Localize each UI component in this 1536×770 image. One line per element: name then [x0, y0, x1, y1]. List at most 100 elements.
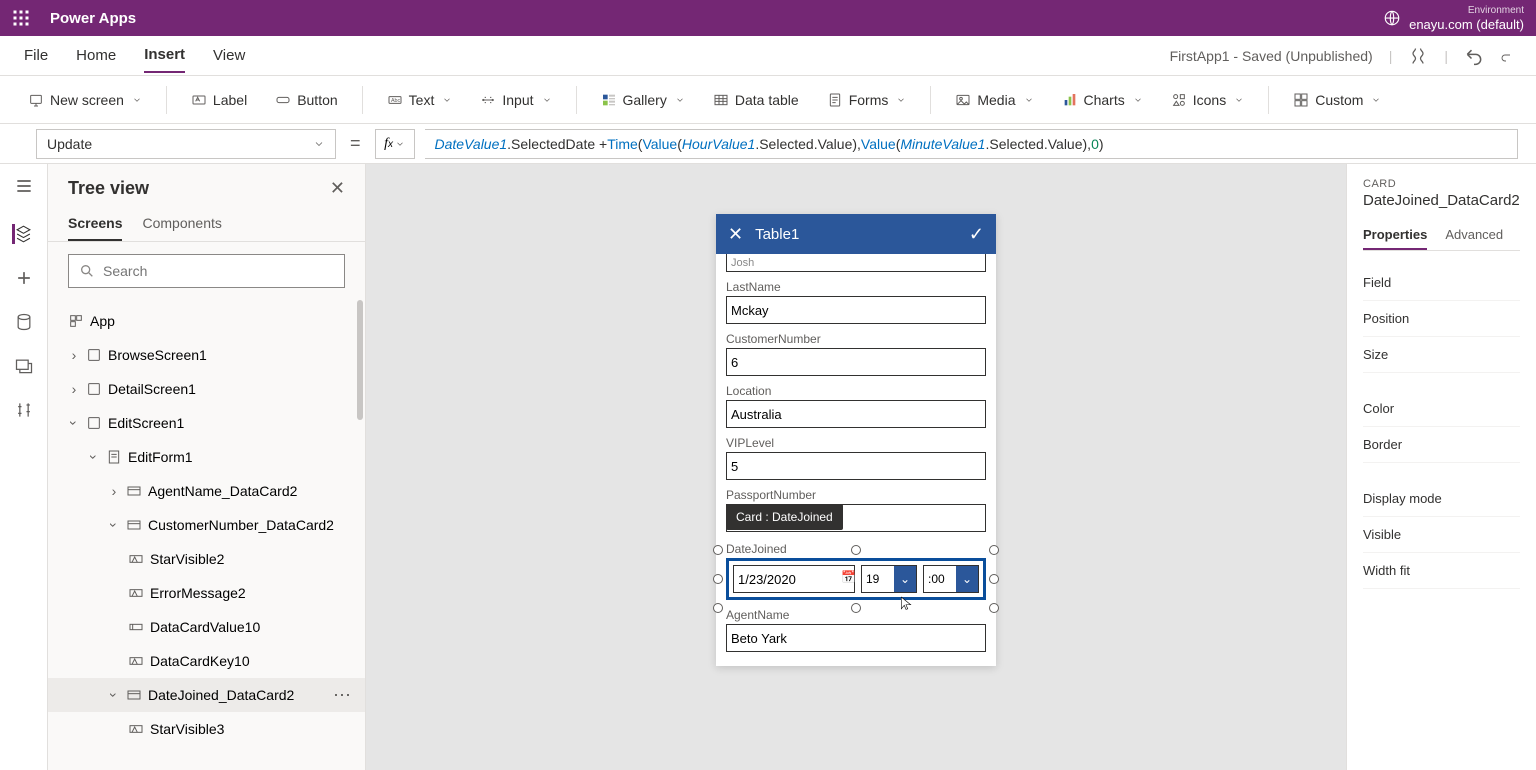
calendar-icon[interactable]: 📅: [841, 570, 856, 584]
waffle-icon[interactable]: [12, 9, 30, 27]
tree-node-browse[interactable]: › BrowseScreen1: [48, 338, 365, 372]
button-button[interactable]: Button: [265, 86, 347, 114]
screen-icon: [86, 347, 102, 363]
data-icon[interactable]: [14, 312, 34, 332]
data-table-button[interactable]: Data table: [703, 86, 809, 114]
tree-node-dcv10[interactable]: DataCardValue10: [48, 610, 365, 644]
prop-visible[interactable]: Visible: [1363, 517, 1520, 553]
lastname-input[interactable]: Mckay: [726, 296, 986, 324]
datejoined-date-input[interactable]: 1/23/2020: [733, 565, 855, 593]
custom-icon: [1293, 92, 1309, 108]
menu-file[interactable]: File: [24, 39, 48, 72]
equals-sign: =: [346, 133, 365, 154]
search-input[interactable]: [68, 254, 345, 288]
location-input[interactable]: Australia: [726, 400, 986, 428]
form-icon: [827, 92, 843, 108]
chevron-down-icon: [313, 138, 325, 150]
tree-node-djcard[interactable]: › DateJoined_DataCard2 ⋯: [48, 678, 365, 712]
card-icon: [126, 483, 142, 499]
properties-panel: CARD DateJoined_DataCard2 Properties Adv…: [1346, 164, 1536, 770]
selected-control-name: DateJoined_DataCard2: [1363, 192, 1520, 209]
chevron-down-icon: [675, 95, 685, 105]
prop-width-fit[interactable]: Width fit: [1363, 553, 1520, 589]
tree-label: StarVisible2: [150, 551, 224, 567]
custom-button[interactable]: Custom: [1283, 86, 1391, 114]
prop-field[interactable]: Field: [1363, 265, 1520, 301]
agentname-input[interactable]: Beto Yark: [726, 624, 986, 652]
icons-button[interactable]: Icons: [1161, 86, 1254, 114]
viplevel-input[interactable]: 5: [726, 452, 986, 480]
screen-icon: [28, 92, 44, 108]
search-icon: [79, 263, 95, 279]
minute-dropdown[interactable]: :00⌄: [923, 565, 979, 593]
prop-border[interactable]: Border: [1363, 427, 1520, 463]
cursor-icon: [899, 593, 913, 613]
new-screen-button[interactable]: New screen: [18, 86, 152, 114]
canvas[interactable]: ✕ Table1 ✓ Josh LastName Mckay CustomerN…: [366, 164, 1346, 770]
fx-button[interactable]: fx: [375, 129, 415, 159]
chevron-down-icon: [1371, 95, 1381, 105]
chevron-down-icon: [542, 95, 552, 105]
text-button[interactable]: Abc Text: [377, 86, 463, 114]
tree-node-dck10[interactable]: DataCardKey10: [48, 644, 365, 678]
property-selector[interactable]: Update: [36, 129, 336, 159]
passport-label: PassportNumber: [726, 488, 986, 502]
prop-display-mode[interactable]: Display mode: [1363, 481, 1520, 517]
customernumber-input[interactable]: 6: [726, 348, 986, 376]
media-panel-icon[interactable]: [14, 356, 34, 376]
search-field[interactable]: [103, 263, 334, 279]
tree-view-icon[interactable]: [12, 224, 32, 244]
tree-node-editform[interactable]: › EditForm1: [48, 440, 365, 474]
submit-icon[interactable]: ✓: [969, 224, 984, 245]
close-icon[interactable]: ✕: [728, 224, 743, 245]
charts-button[interactable]: Charts: [1052, 86, 1153, 114]
tree-node-edit[interactable]: › EditScreen1: [48, 406, 365, 440]
prop-position[interactable]: Position: [1363, 301, 1520, 337]
tree-label: CustomerNumber_DataCard2: [148, 517, 334, 533]
tree-node-detail[interactable]: › DetailScreen1: [48, 372, 365, 406]
advanced-tools-icon[interactable]: [14, 400, 34, 420]
tree-node-star2[interactable]: StarVisible2: [48, 542, 365, 576]
tree-node-star3[interactable]: StarVisible3: [48, 712, 365, 746]
hour-dropdown[interactable]: 19⌄: [861, 565, 917, 593]
chevron-down-icon: ⌄: [956, 566, 978, 592]
menu-view[interactable]: View: [213, 39, 245, 72]
more-icon[interactable]: ⋯: [333, 685, 353, 706]
tab-properties[interactable]: Properties: [1363, 221, 1427, 250]
media-button[interactable]: Media: [945, 86, 1043, 114]
label-button[interactable]: Label: [181, 86, 257, 114]
datejoined-card[interactable]: Card : DateJoined DateJoined 1/23/2020 📅…: [726, 540, 986, 600]
gallery-label: Gallery: [623, 92, 667, 108]
undo-icon[interactable]: [1464, 46, 1484, 66]
forms-button[interactable]: Forms: [817, 86, 917, 114]
insert-icon[interactable]: [14, 268, 34, 288]
hamburger-icon[interactable]: [14, 176, 34, 196]
input-button[interactable]: Input: [470, 86, 561, 114]
chevron-down-icon: [1024, 95, 1034, 105]
app-checker-icon[interactable]: [1408, 46, 1428, 66]
prop-size[interactable]: Size: [1363, 337, 1520, 373]
tab-components[interactable]: Components: [142, 207, 221, 241]
menu-home[interactable]: Home: [76, 39, 116, 72]
close-icon[interactable]: ✕: [330, 178, 345, 199]
gallery-button[interactable]: Gallery: [591, 86, 695, 114]
agentname-label: AgentName: [726, 608, 986, 622]
tree-node-agentcard[interactable]: › AgentName_DataCard2: [48, 474, 365, 508]
firstname-input[interactable]: Josh: [726, 254, 986, 272]
tree-node-err2[interactable]: ErrorMessage2: [48, 576, 365, 610]
form-icon: [106, 449, 122, 465]
card-icon: [126, 687, 142, 703]
redo-icon[interactable]: [1500, 46, 1512, 66]
label-icon: [191, 92, 207, 108]
environment-picker[interactable]: Environment enayu.com (default): [1383, 4, 1524, 32]
screen-icon: [86, 415, 102, 431]
tree-label: ErrorMessage2: [150, 585, 246, 601]
tree-label: EditScreen1: [108, 415, 184, 431]
tab-screens[interactable]: Screens: [68, 207, 122, 241]
menu-insert[interactable]: Insert: [144, 38, 185, 73]
tree-node-custcard[interactable]: › CustomerNumber_DataCard2: [48, 508, 365, 542]
tab-advanced[interactable]: Advanced: [1445, 221, 1503, 250]
tree-node-app[interactable]: App: [48, 304, 365, 338]
prop-color[interactable]: Color: [1363, 391, 1520, 427]
formula-input[interactable]: DateValue1.SelectedDate + Time(Value(Hou…: [425, 129, 1518, 159]
